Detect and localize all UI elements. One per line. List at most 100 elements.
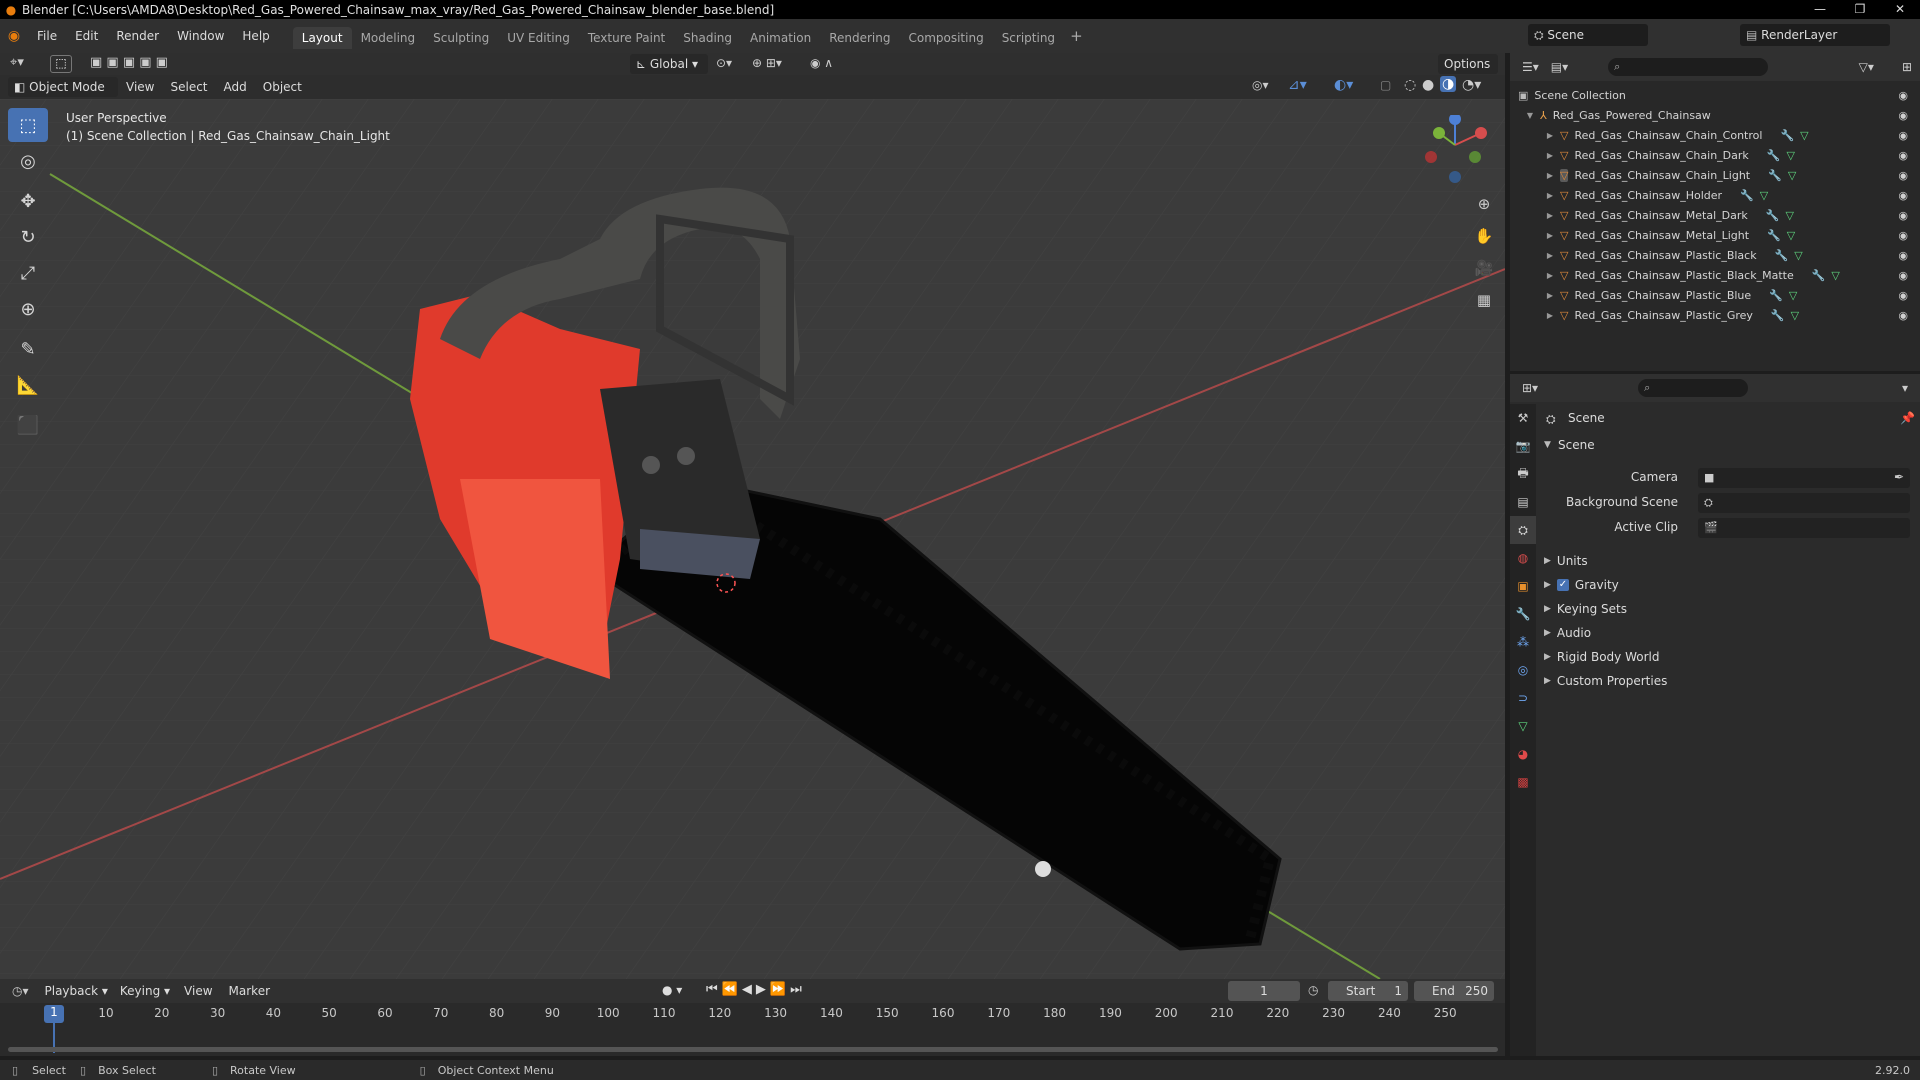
mesh-data-icon[interactable]: ▽: [1787, 229, 1795, 242]
gizmo-x-icon[interactable]: [1475, 127, 1487, 139]
workspace-tab-modeling[interactable]: Modeling: [352, 27, 425, 49]
section-gravity[interactable]: ▶ ✓ Gravity: [1544, 578, 1619, 592]
outliner-object-row[interactable]: ▶ ▽ Red_Gas_Chainsaw_Metal_Dark 🔧 ▽ ◉: [1510, 205, 1920, 225]
pan-hand-icon[interactable]: ✋: [1470, 222, 1498, 250]
eye-icon[interactable]: ◉: [1898, 289, 1908, 302]
gizmo-y-icon[interactable]: [1433, 127, 1445, 139]
menu-render[interactable]: Render: [107, 19, 168, 53]
mesh-data-icon[interactable]: ▽: [1831, 269, 1839, 282]
shading-wireframe-icon[interactable]: ◌: [1404, 77, 1416, 93]
workspace-tab-sculpting[interactable]: Sculpting: [424, 27, 498, 49]
physics-tab-icon[interactable]: ◎: [1510, 656, 1536, 684]
current-frame-field[interactable]: 1: [1228, 981, 1300, 1001]
timeline-ruler[interactable]: 1 10 20 30 40 50 60 70 80 90 100 110 120 130 140 150 16…: [0, 1003, 1505, 1053]
outliner-object-row[interactable]: ▶ ▽ Red_Gas_Chainsaw_Plastic_Black_Matte 🔧 ▽…: [1510, 265, 1920, 285]
playback-dropdown[interactable]: Playback ▾: [39, 981, 114, 1001]
modifier-icon[interactable]: 🔧: [1775, 249, 1789, 262]
expand-triangle-icon[interactable]: ▶: [1544, 271, 1556, 280]
section-expand-icon[interactable]: ▶: [1544, 676, 1551, 686]
transform-tool-icon[interactable]: ⊕: [8, 292, 48, 326]
proportional-edit-icon[interactable]: ◉ ∧: [810, 56, 833, 70]
object-mode-dropdown[interactable]: ◧ Object Mode ▾: [8, 77, 118, 114]
playback-controls[interactable]: ⏮⏪◀▶⏩⏭: [706, 982, 806, 997]
section-units[interactable]: ▶ Units: [1544, 554, 1588, 568]
scene-panel-triangle-icon[interactable]: ▼: [1544, 440, 1551, 450]
eye-icon[interactable]: ◉: [1898, 89, 1908, 102]
viewport-menu-object[interactable]: Object: [255, 80, 310, 94]
blender-menu-icon[interactable]: ◉: [0, 28, 28, 44]
add-cube-tool-icon[interactable]: ⬛: [8, 408, 48, 442]
viewport-menu-select[interactable]: Select: [162, 80, 215, 94]
section-rigid-body-world[interactable]: ▶ Rigid Body World: [1544, 650, 1659, 664]
properties-options-icon[interactable]: ▾: [1902, 381, 1908, 395]
modifier-icon[interactable]: 🔧: [1767, 229, 1781, 242]
eye-icon[interactable]: ◉: [1898, 309, 1908, 322]
outliner-object-row[interactable]: ▶ ▽ Red_Gas_Chainsaw_Plastic_Black 🔧 ▽ ◉: [1510, 245, 1920, 265]
outliner-object-row[interactable]: ▶ ▽ Red_Gas_Chainsaw_Chain_Dark 🔧 ▽ ◉: [1510, 145, 1920, 165]
outliner-object-row[interactable]: ▶ ▽ Red_Gas_Chainsaw_Metal_Light 🔧 ▽ ◉: [1510, 225, 1920, 245]
modifier-icon[interactable]: 🔧: [1771, 309, 1785, 322]
material-tab-icon[interactable]: ◕: [1510, 740, 1536, 768]
eye-icon[interactable]: ◉: [1898, 189, 1908, 202]
modifier-icon[interactable]: 🔧: [1812, 269, 1826, 282]
menu-edit[interactable]: Edit: [66, 19, 107, 53]
modifier-icon[interactable]: 🔧: [1767, 149, 1781, 162]
workspace-tab-shading[interactable]: Shading: [674, 27, 741, 49]
overlay-toggle-icon[interactable]: ◐▾: [1334, 77, 1353, 93]
mesh-data-icon[interactable]: ▽: [1786, 149, 1794, 162]
world-tab-icon[interactable]: ◍: [1510, 544, 1536, 572]
section-expand-icon[interactable]: ▶: [1544, 652, 1551, 662]
preview-range-icon[interactable]: ◷: [1308, 983, 1318, 997]
eye-icon[interactable]: ◉: [1898, 149, 1908, 162]
measure-tool-icon[interactable]: 📐: [8, 368, 48, 402]
texture-tab-icon[interactable]: ▩: [1510, 768, 1536, 796]
shading-material-icon[interactable]: ◑: [1440, 76, 1457, 92]
mesh-data-icon[interactable]: ▽: [1789, 289, 1797, 302]
outliner-object-row[interactable]: ▶ ▽ Red_Gas_Chainsaw_Holder 🔧 ▽ ◉: [1510, 185, 1920, 205]
properties-search-input[interactable]: ⌕: [1638, 379, 1749, 397]
modifier-icon[interactable]: 🔧: [1780, 129, 1794, 142]
move-tool-icon[interactable]: ✥: [8, 184, 48, 218]
section-expand-icon[interactable]: ▶: [1544, 580, 1551, 590]
outliner-object-row[interactable]: ▶ ▽ Red_Gas_Chainsaw_Plastic_Blue 🔧 ▽ ◉: [1510, 285, 1920, 305]
navigation-gizmo[interactable]: [1425, 113, 1495, 185]
mesh-data-icon[interactable]: ▽: [1791, 309, 1799, 322]
modifier-tab-icon[interactable]: 🔧: [1510, 600, 1536, 628]
workspace-tab-texture-paint[interactable]: Texture Paint: [579, 27, 674, 49]
end-frame-field[interactable]: End 250: [1414, 981, 1494, 1001]
expand-triangle-icon[interactable]: ▶: [1544, 151, 1556, 160]
playhead[interactable]: 1: [44, 1005, 64, 1023]
section-keying-sets[interactable]: ▶ Keying Sets: [1544, 602, 1627, 616]
timeline-scrollbar[interactable]: [8, 1047, 1498, 1052]
select-tool-icon[interactable]: ⬚: [50, 55, 72, 73]
modifier-icon[interactable]: 🔧: [1769, 289, 1783, 302]
eye-icon[interactable]: ◉: [1898, 269, 1908, 282]
filter-icon[interactable]: ▽▾: [1859, 60, 1874, 74]
ortho-grid-icon[interactable]: ▦: [1470, 286, 1498, 314]
workspace-tab-compositing[interactable]: Compositing: [899, 27, 992, 49]
pivot-icon[interactable]: ⊙▾: [716, 56, 732, 70]
outliner-object-row[interactable]: ▶ ▽ Red_Gas_Chainsaw_Plastic_Grey 🔧 ▽ ◉: [1510, 305, 1920, 325]
modifier-icon[interactable]: 🔧: [1766, 209, 1780, 222]
shading-solid-icon[interactable]: ●: [1422, 77, 1434, 93]
outliner-collection-row[interactable]: ▼ ⅄ Red_Gas_Powered_Chainsaw ◉: [1510, 105, 1920, 125]
pin-icon[interactable]: 📌: [1900, 411, 1915, 425]
particles-tab-icon[interactable]: ⁂: [1510, 628, 1536, 656]
mesh-data-icon[interactable]: ▽: [1785, 209, 1793, 222]
viewport-menu-view[interactable]: View: [118, 80, 162, 94]
options-dropdown[interactable]: Options ▾: [1438, 54, 1498, 91]
section-expand-icon[interactable]: ▶: [1544, 556, 1551, 566]
camera-field[interactable]: ■ ✒: [1698, 468, 1910, 488]
keying-dropdown[interactable]: Keying ▾: [114, 981, 176, 1001]
shading-rendered-icon[interactable]: ◔▾: [1462, 77, 1481, 93]
viewport-menu-add[interactable]: Add: [216, 80, 255, 94]
minimize-button[interactable]: —: [1800, 0, 1840, 19]
maximize-button[interactable]: ❐: [1840, 0, 1880, 19]
gravity-checkbox[interactable]: ✓: [1556, 579, 1569, 591]
outliner-scene-collection-row[interactable]: ▣ Scene Collection ◉: [1510, 85, 1920, 105]
eye-icon[interactable]: ◉: [1898, 109, 1908, 122]
eye-icon[interactable]: ◉: [1898, 209, 1908, 222]
mesh-data-icon[interactable]: ▽: [1800, 129, 1808, 142]
eye-icon[interactable]: ◉: [1898, 229, 1908, 242]
expand-triangle-icon[interactable]: ▶: [1544, 251, 1556, 260]
